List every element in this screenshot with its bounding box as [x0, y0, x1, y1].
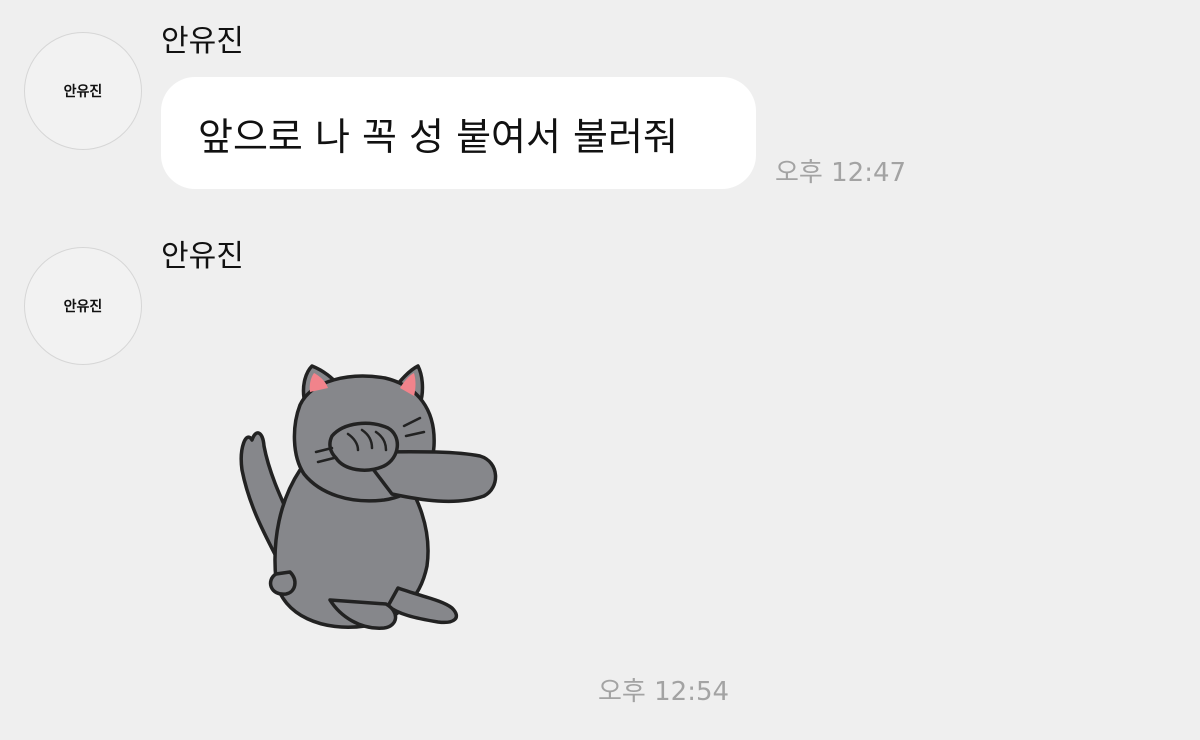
avatar-label: 안유진 — [63, 84, 103, 100]
cat-front-leg — [386, 586, 459, 625]
sender-name: 안유진 — [161, 24, 244, 59]
cat-covering-face-sticker[interactable] — [220, 350, 520, 650]
message-timestamp: 오후 12:47 — [775, 158, 907, 188]
cat-back-paw — [268, 570, 297, 596]
avatar[interactable]: 안유진 — [24, 247, 142, 365]
avatar[interactable]: 안유진 — [24, 32, 142, 150]
message-timestamp: 오후 12:54 — [598, 677, 730, 707]
message-text: 앞으로 나 꼭 성 붙여서 불러줘 — [198, 114, 678, 159]
message-bubble[interactable]: 앞으로 나 꼭 성 붙여서 불러줘 — [161, 77, 756, 189]
avatar-label: 안유진 — [63, 299, 103, 315]
sender-name: 안유진 — [161, 239, 244, 274]
